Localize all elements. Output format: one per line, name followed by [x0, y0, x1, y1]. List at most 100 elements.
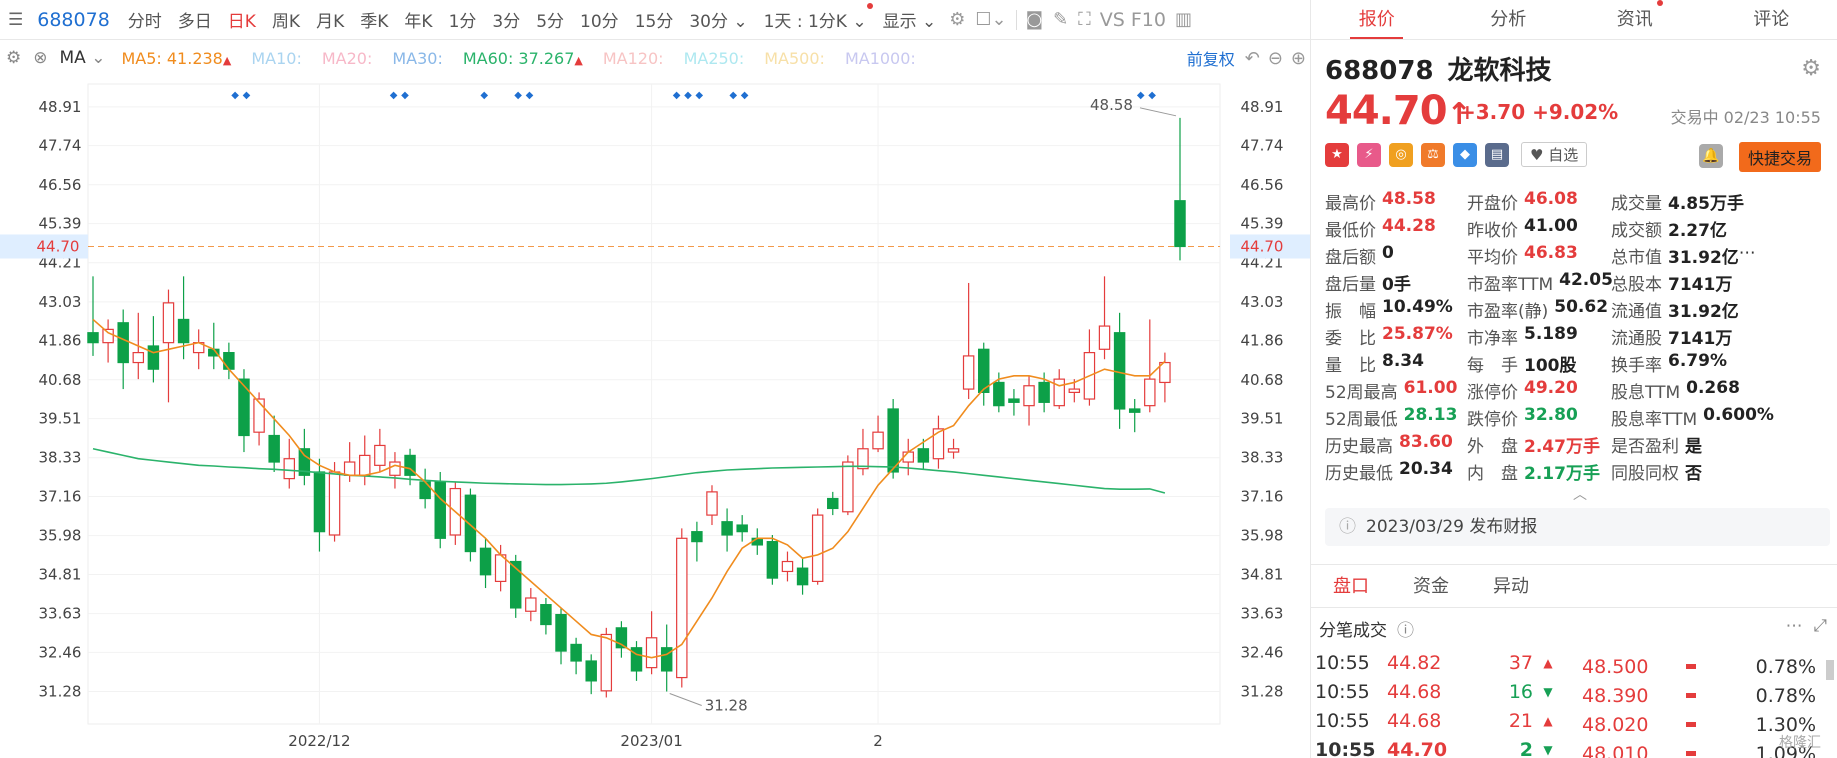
- period-tab[interactable]: 周K: [264, 7, 308, 32]
- candle-body[interactable]: [434, 481, 446, 539]
- ma-select[interactable]: MA ⌄: [54, 48, 112, 68]
- candle-body[interactable]: [1128, 408, 1141, 413]
- panel-tab[interactable]: 评论: [1706, 0, 1837, 39]
- event-marker-icon[interactable]: ◆: [243, 90, 251, 101]
- vs-f10-button[interactable]: VS F10: [1096, 9, 1170, 31]
- square-icon[interactable]: ☐⌄: [970, 9, 1011, 30]
- candle-body[interactable]: [842, 461, 854, 513]
- quick-trade-button[interactable]: 快捷交易: [1739, 142, 1822, 172]
- period-tab[interactable]: 3分: [484, 7, 528, 32]
- undo-icon[interactable]: ↶: [1241, 48, 1264, 69]
- candle-body[interactable]: [268, 434, 280, 463]
- candle-body[interactable]: [117, 322, 129, 364]
- ma-item[interactable]: MA1000:: [835, 49, 926, 68]
- event-marker-icon[interactable]: ◆: [526, 90, 534, 101]
- scrollbar[interactable]: [1826, 660, 1834, 680]
- candle-body[interactable]: [585, 660, 597, 682]
- ma-item[interactable]: MA60: 37.267▲: [453, 49, 593, 68]
- event-marker-icon[interactable]: ◆: [401, 90, 409, 101]
- panel-tab[interactable]: 报价: [1311, 0, 1443, 39]
- candle-body[interactable]: [570, 643, 582, 662]
- camera-icon[interactable]: ◙: [1021, 9, 1048, 30]
- candle-body[interactable]: [706, 491, 718, 516]
- panel-icon[interactable]: ▥: [1170, 9, 1197, 30]
- candle-body[interactable]: [419, 481, 431, 500]
- settings-icon[interactable]: ⚙: [1801, 56, 1821, 81]
- period-tab[interactable]: 1分: [441, 7, 485, 32]
- candle-body[interactable]: [962, 355, 975, 390]
- stock-code-label[interactable]: 688078: [31, 9, 120, 31]
- event-marker-icon[interactable]: ◆: [1137, 90, 1145, 101]
- info-icon[interactable]: ⓘ: [1397, 621, 1414, 641]
- report-notice[interactable]: ⓘ 2023/03/29 发布财报: [1325, 508, 1830, 546]
- zoom-out-icon[interactable]: ⊖: [1264, 48, 1287, 69]
- candle-body[interactable]: [479, 547, 492, 576]
- candle-body[interactable]: [600, 633, 613, 692]
- period-tab[interactable]: 年K: [396, 7, 440, 32]
- candle-body[interactable]: [283, 458, 295, 480]
- candle-body[interactable]: [645, 637, 658, 669]
- candle-body[interactable]: [676, 537, 688, 679]
- period-tab[interactable]: 30分 ⌄: [681, 7, 755, 32]
- display-select[interactable]: 显示 ⌄: [875, 7, 945, 32]
- candle-body[interactable]: [1174, 200, 1186, 248]
- candle-body[interactable]: [1038, 381, 1050, 403]
- event-marker-icon[interactable]: ◆: [673, 90, 681, 101]
- candle-body[interactable]: [947, 448, 960, 453]
- candle-body[interactable]: [766, 541, 779, 579]
- event-marker-icon[interactable]: ◆: [684, 90, 692, 101]
- candle-body[interactable]: [993, 381, 1005, 407]
- period-tab[interactable]: 15分: [627, 7, 682, 32]
- ma-item[interactable]: MA10:: [241, 49, 312, 68]
- candle-body[interactable]: [223, 352, 235, 370]
- zoom-in-icon[interactable]: ⊕: [1287, 48, 1310, 69]
- period-tab[interactable]: 5分: [528, 7, 572, 32]
- candle-body[interactable]: [177, 318, 190, 344]
- candle-body[interactable]: [147, 345, 160, 370]
- candle-body[interactable]: [162, 302, 175, 344]
- ma-item[interactable]: MA500:: [754, 49, 835, 68]
- adjust-button[interactable]: 前复权: [1187, 46, 1241, 70]
- candle-body[interactable]: [540, 604, 552, 626]
- candle-body[interactable]: [238, 378, 250, 437]
- kline-chart[interactable]: 48.91 48.91 47.74 47.74 46.56 46.56 45.39 45.39…: [0, 74, 1310, 758]
- event-marker-icon[interactable]: ◆: [729, 90, 737, 101]
- candle-body[interactable]: [811, 514, 824, 583]
- candle-body[interactable]: [102, 328, 114, 344]
- balance-icon[interactable]: ⚖: [1421, 142, 1445, 167]
- candle-body[interactable]: [917, 448, 930, 463]
- event-marker-icon[interactable]: ◆: [741, 90, 749, 101]
- event-marker-icon[interactable]: ◆: [231, 90, 239, 101]
- candle-body[interactable]: [313, 471, 326, 533]
- panel-tab[interactable]: 资讯: [1574, 0, 1706, 39]
- more-icon[interactable]: ⋯: [1739, 243, 1756, 268]
- period-tab[interactable]: 月K: [308, 7, 352, 32]
- range-select[interactable]: 1天 : 1分K ⌄: [756, 3, 875, 32]
- ma-item[interactable]: MA20:: [312, 49, 383, 68]
- candle-body[interactable]: [721, 521, 733, 536]
- event-marker-icon[interactable]: ◆: [695, 90, 703, 101]
- candle-body[interactable]: [464, 494, 477, 553]
- event-marker-icon[interactable]: ◆: [390, 90, 398, 101]
- watchlist-button[interactable]: ♥ 自选: [1521, 142, 1588, 167]
- bottom-tab[interactable]: 盘口: [1311, 565, 1391, 607]
- candle-body[interactable]: [796, 567, 809, 586]
- candle-body[interactable]: [359, 454, 371, 476]
- period-tab[interactable]: 分时: [120, 7, 170, 32]
- candle-body[interactable]: [781, 560, 794, 573]
- gear-icon[interactable]: ⚙: [0, 48, 27, 68]
- period-tab[interactable]: 10分: [572, 7, 627, 32]
- ma-item[interactable]: MA5: 41.238▲: [111, 49, 241, 68]
- candle-body[interactable]: [736, 524, 748, 533]
- bottom-tab[interactable]: 资金: [1391, 565, 1471, 607]
- candle-body[interactable]: [1113, 332, 1126, 410]
- period-tab[interactable]: 季K: [352, 7, 396, 32]
- ma-item[interactable]: MA120:: [593, 49, 674, 68]
- candle-body[interactable]: [525, 597, 537, 612]
- fullscreen-icon[interactable]: ⛶: [1073, 9, 1096, 30]
- lightning-icon[interactable]: ⚡: [1357, 142, 1381, 167]
- bottom-tab[interactable]: 异动: [1471, 565, 1551, 607]
- candle-body[interactable]: [932, 428, 945, 460]
- candle-body[interactable]: [1053, 378, 1065, 407]
- candle-body[interactable]: [827, 497, 839, 510]
